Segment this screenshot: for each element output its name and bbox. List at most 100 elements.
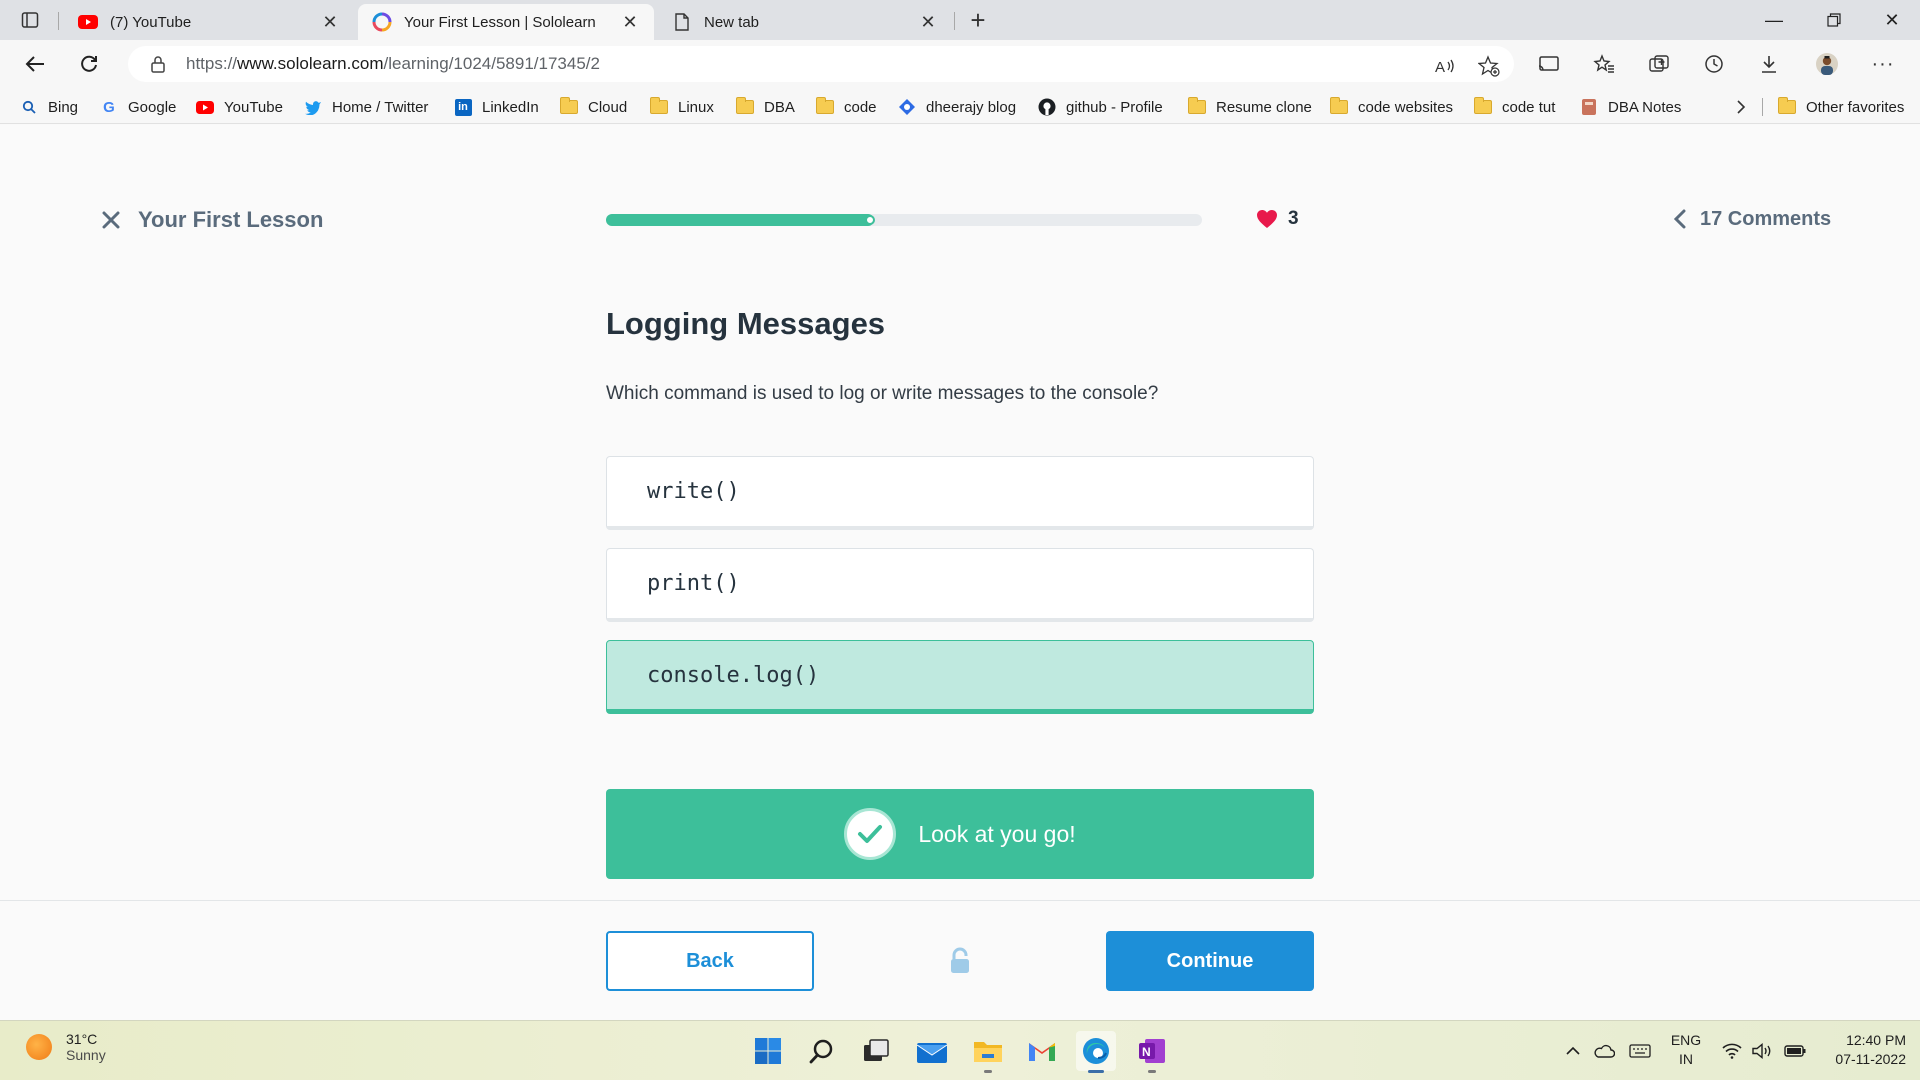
favorite-folder-code[interactable]: code [816,96,877,118]
tab-close-icon[interactable]: ✕ [320,12,340,32]
favorites-overflow-button[interactable] [1736,96,1746,118]
hearts-counter[interactable]: 3 [1256,207,1299,231]
cast-button[interactable] [1532,48,1566,80]
tab-close-icon[interactable]: ✕ [620,12,640,32]
folder-icon [974,1042,1002,1062]
tab-separator [954,12,955,30]
battery-button[interactable] [1782,1039,1808,1063]
favorite-other-favorites[interactable]: Other favorites [1778,96,1904,118]
settings-more-button[interactable]: ··· [1866,48,1900,80]
favorites-list-icon [1593,54,1614,73]
keyboard-icon [1629,1044,1651,1058]
language-indicator[interactable]: ENG IN [1664,1031,1708,1069]
comments-link[interactable]: 17 Comments [1674,207,1831,231]
tab-actions-button[interactable] [12,8,48,32]
progress-fill [606,214,875,226]
lock-icon[interactable] [148,55,168,73]
favorite-bing[interactable]: Bing [20,96,78,118]
tab-close-icon[interactable]: ✕ [918,12,938,32]
taskbar-gmail-button[interactable] [1022,1031,1062,1071]
start-button[interactable] [748,1031,788,1071]
favorite-label: Google [128,98,177,116]
sun-icon [26,1034,52,1060]
blog-icon [898,98,916,116]
answer-option-selected[interactable]: console.log() [606,640,1314,714]
favorite-label: YouTube [224,98,283,116]
tab-new-tab[interactable]: New tab ✕ [658,4,952,40]
svg-text:A: A [1435,59,1445,75]
tray-overflow-button[interactable] [1562,1039,1584,1063]
taskbar-edge-button[interactable] [1076,1031,1116,1073]
profile-button[interactable] [1810,48,1844,80]
favorite-label: Cloud [588,98,628,116]
favorite-folder-resume-clone[interactable]: Resume clone [1188,96,1312,118]
minimize-button[interactable]: — [1746,0,1802,40]
refresh-button[interactable] [72,48,106,80]
folder-icon [650,97,668,116]
url-host: www.sololearn.com [237,54,384,73]
url-text[interactable]: https://www.sololearn.com/learning/1024/… [186,54,600,74]
download-icon [1762,56,1776,73]
svg-text:N: N [1142,1045,1151,1059]
collections-button[interactable] [1642,48,1676,80]
touch-keyboard-button[interactable] [1626,1039,1654,1063]
favorite-youtube[interactable]: YouTube [196,96,283,118]
lock-icon [948,947,972,975]
onedrive-button[interactable] [1590,1039,1618,1063]
favorite-twitter[interactable]: Home / Twitter [304,96,428,118]
feedback-banner: Look at you go! [606,789,1314,879]
speaker-icon [1752,1043,1771,1059]
back-button[interactable]: Back [606,931,814,991]
favorite-folder-dba[interactable]: DBA [736,96,795,118]
task-view-button[interactable] [856,1031,896,1071]
history-button[interactable] [1697,48,1731,80]
downloads-button[interactable] [1752,48,1786,80]
cast-icon [1538,56,1559,71]
favorite-label: dheerajy blog [926,98,1017,116]
footer-divider [0,900,1920,901]
tab-title: (7) YouTube [110,13,192,31]
taskbar-search-button[interactable] [802,1031,842,1071]
tab-youtube[interactable]: (7) YouTube ✕ [64,4,354,40]
favorite-folder-cloud[interactable]: Cloud [560,96,627,118]
favorite-folder-code-websites[interactable]: code websites [1330,96,1453,118]
question-title: Logging Messages [606,306,886,341]
weather-widget[interactable]: 31°C Sunny [26,1031,106,1063]
answer-option[interactable]: print() [606,548,1314,622]
favorite-google[interactable]: G Google [100,96,176,118]
minimize-icon: — [1765,9,1783,30]
close-window-button[interactable]: ✕ [1864,0,1920,40]
favorite-github[interactable]: github - Profile [1038,96,1163,118]
battery-icon [1784,1045,1806,1057]
close-lesson-button[interactable] [100,209,122,231]
favorites-separator [1762,98,1763,116]
new-tab-button[interactable]: + [960,5,996,35]
tab-actions-icon [21,12,39,28]
taskbar-file-explorer-button[interactable] [968,1031,1008,1073]
folder-icon [1188,97,1206,116]
restore-button[interactable] [1806,0,1862,40]
taskbar-mail-button[interactable] [912,1031,952,1071]
lesson-progress-bar [606,214,1202,226]
volume-button[interactable] [1750,1039,1774,1063]
avatar [1816,53,1838,75]
clock[interactable]: 12:40 PM 07-11-2022 [1814,1031,1906,1069]
add-favorite-icon[interactable] [1474,54,1504,78]
favorite-folder-linux[interactable]: Linux [650,96,714,118]
notebook-icon [1580,98,1598,116]
favorite-dba-notes[interactable]: DBA Notes [1580,96,1681,118]
favorite-linkedin[interactable]: in LinkedIn [454,96,539,118]
favorite-folder-code-tut[interactable]: code tut [1474,96,1555,118]
tab-sololearn[interactable]: Your First Lesson | Sololearn ✕ [358,4,654,40]
read-aloud-icon[interactable]: A [1430,54,1460,78]
favorites-button[interactable] [1587,48,1621,80]
favorite-dheerajy-blog[interactable]: dheerajy blog [898,96,1016,118]
taskbar-onenote-button[interactable]: N [1132,1031,1172,1073]
wifi-button[interactable] [1720,1039,1744,1063]
address-bar[interactable]: https://www.sololearn.com/learning/1024/… [128,46,1514,82]
refresh-icon [81,55,97,72]
answer-option[interactable]: write() [606,456,1314,530]
clock-time: 12:40 PM [1846,1032,1906,1048]
back-nav-button[interactable] [18,48,52,80]
continue-button[interactable]: Continue [1106,931,1314,991]
